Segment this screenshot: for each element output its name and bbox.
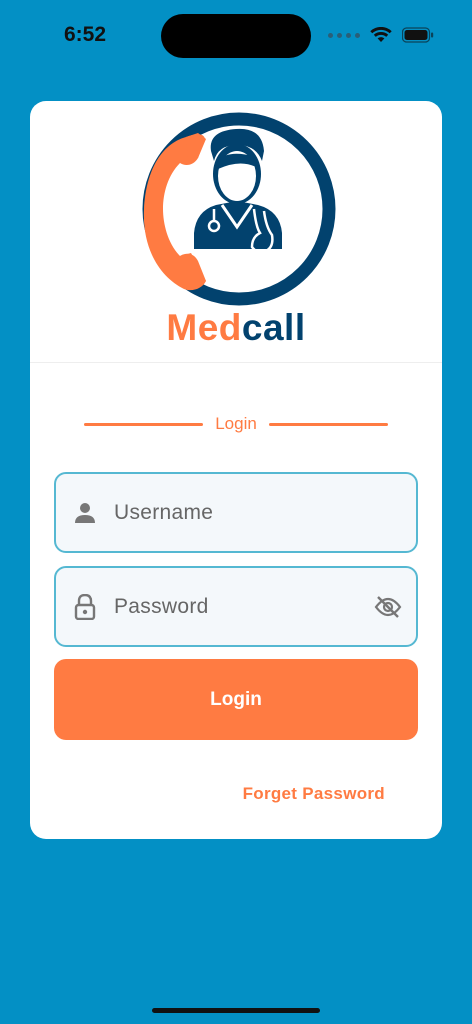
status-time: 6:52: [64, 23, 107, 46]
password-field[interactable]: [54, 566, 418, 647]
battery-icon: [402, 27, 434, 43]
dynamic-island: [161, 14, 311, 58]
forget-password-link[interactable]: Forget Password: [243, 784, 385, 804]
signal-dots-icon: [328, 32, 360, 38]
brand-name: Medcall: [30, 307, 442, 349]
person-icon: [56, 502, 114, 524]
home-indicator: [152, 1008, 320, 1013]
status-bar: 6:52: [0, 0, 472, 70]
password-input[interactable]: [114, 586, 354, 627]
eye-off-icon[interactable]: [374, 595, 402, 624]
divider-left: [84, 422, 204, 426]
brand-name-part1: Med: [166, 307, 242, 348]
wifi-icon: [370, 27, 392, 42]
status-icons: [328, 27, 434, 43]
section-title-text: Login: [215, 414, 257, 433]
logo-area: Medcall: [30, 101, 442, 363]
medcall-logo-icon: [142, 112, 336, 306]
username-input[interactable]: [114, 492, 354, 533]
login-button[interactable]: Login: [54, 659, 418, 740]
login-section-title: Login: [84, 413, 389, 435]
brand-name-part2: call: [241, 307, 306, 348]
lock-icon: [56, 593, 114, 620]
divider-right: [268, 422, 389, 426]
login-card: Medcall Login Username Login Forget Pass…: [30, 101, 442, 839]
username-field[interactable]: [54, 472, 418, 553]
